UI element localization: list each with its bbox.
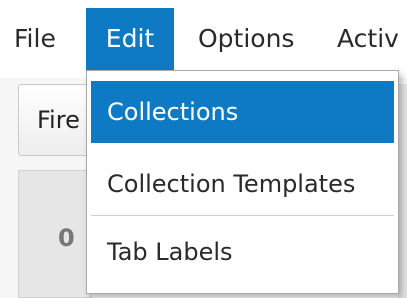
menu-activities[interactable]: Activ	[337, 8, 407, 70]
collection-card[interactable]	[18, 170, 92, 298]
menu-bar: File Edit Options Activ	[0, 0, 407, 78]
fire-button[interactable]: Fire	[18, 84, 92, 156]
menu-separator	[91, 215, 394, 216]
side-panel-edge	[398, 84, 407, 298]
menu-file[interactable]: File	[14, 8, 74, 70]
menu-item-collection-templates[interactable]: Collection Templates	[91, 153, 394, 215]
menu-edit[interactable]: Edit	[86, 8, 174, 70]
menu-item-tab-labels[interactable]: Tab Labels	[91, 221, 394, 283]
menu-item-collections[interactable]: Collections	[91, 81, 394, 143]
menu-options[interactable]: Options	[198, 8, 308, 70]
edit-dropdown-menu: Collections Collection Templates Tab Lab…	[86, 70, 399, 294]
count-label: 0	[58, 224, 75, 252]
